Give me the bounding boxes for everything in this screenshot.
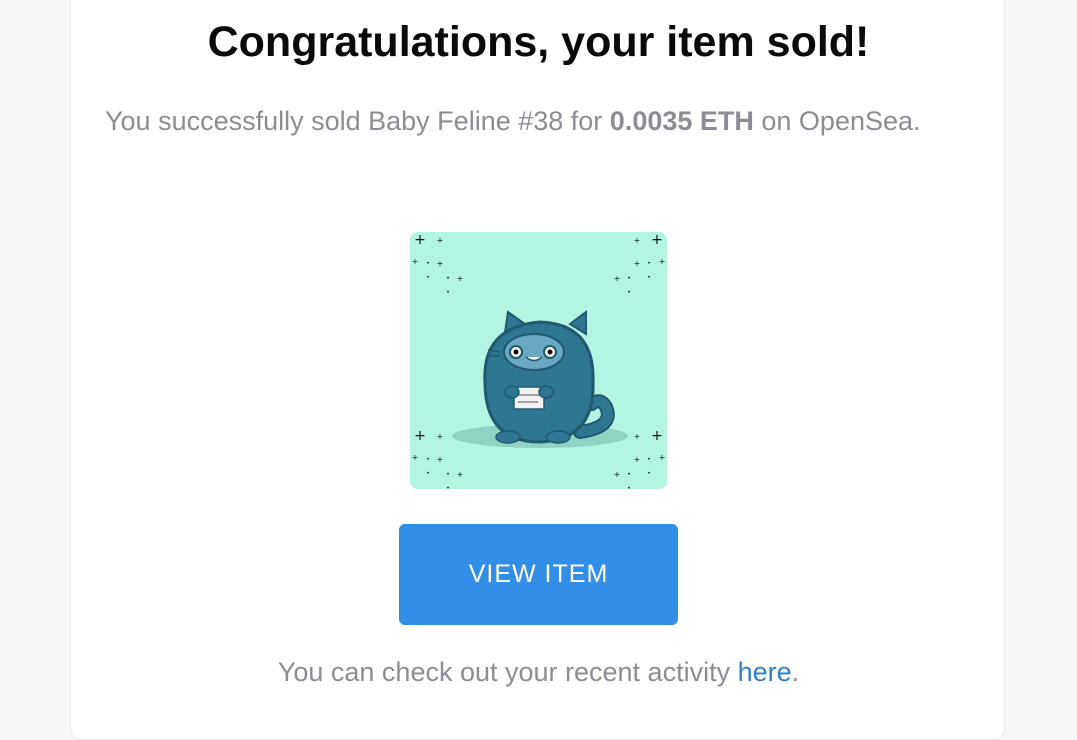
svg-text:+: + <box>614 470 621 479</box>
sale-message-suffix: on OpenSea. <box>753 106 921 136</box>
footer-text-suffix: . <box>791 657 800 687</box>
svg-text:+: + <box>437 432 444 441</box>
svg-text:•: • <box>647 456 651 463</box>
svg-text:+: + <box>437 455 444 464</box>
svg-text:•: • <box>446 471 450 478</box>
footer-text: You can check out your recent activity h… <box>71 657 1006 688</box>
svg-text:•: • <box>446 289 450 296</box>
svg-text:+: + <box>659 257 666 266</box>
footer-text-prefix: You can check out your recent activity <box>277 657 738 687</box>
svg-text:•: • <box>627 275 631 282</box>
svg-text:•: • <box>627 289 631 296</box>
sale-message-text: You successfully sold Baby Feline #38 fo… <box>105 106 610 136</box>
svg-text:•: • <box>426 274 430 281</box>
view-item-button[interactable]: VIEW ITEM <box>399 524 678 625</box>
svg-text:+: + <box>659 453 666 462</box>
svg-text:+: + <box>412 257 419 266</box>
email-title: Congratulations, your item sold! <box>207 18 870 66</box>
svg-text:+: + <box>414 428 426 444</box>
svg-text:+: + <box>634 432 641 441</box>
svg-text:•: • <box>647 274 651 281</box>
svg-text:+: + <box>614 274 621 283</box>
svg-text:+: + <box>412 453 419 462</box>
svg-text:•: • <box>627 485 631 489</box>
svg-text:•: • <box>446 485 450 489</box>
svg-text:+: + <box>651 428 663 444</box>
sale-price: 0.0035 ETH <box>609 106 754 136</box>
svg-text:+: + <box>437 236 444 245</box>
svg-text:+: + <box>651 232 663 248</box>
svg-text:•: • <box>426 470 430 477</box>
sale-message: You successfully sold Baby Feline #38 fo… <box>105 102 965 140</box>
svg-text:+: + <box>457 274 464 283</box>
svg-text:+: + <box>457 470 464 479</box>
cat-nft-icon: + + + • + • • + • ++ +•+ ••+ • + + + • + • • + • +… <box>410 232 667 489</box>
nft-image[interactable]: + + + • + • • + • + + + • + • • + • + + + • + • • + • +… <box>410 232 667 489</box>
activity-link[interactable]: here <box>738 657 792 687</box>
svg-text:+: + <box>634 455 641 464</box>
svg-text:•: • <box>627 471 631 478</box>
svg-text:+: + <box>437 259 444 268</box>
svg-text:+: + <box>414 232 426 248</box>
svg-text:+: + <box>634 236 641 245</box>
svg-text:•: • <box>426 260 430 267</box>
svg-text:•: • <box>647 260 651 267</box>
svg-text:•: • <box>647 470 651 477</box>
svg-text:+: + <box>634 259 641 268</box>
svg-text:•: • <box>446 275 450 282</box>
email-card: Congratulations, your item sold! You suc… <box>70 0 1005 740</box>
svg-text:•: • <box>426 456 430 463</box>
